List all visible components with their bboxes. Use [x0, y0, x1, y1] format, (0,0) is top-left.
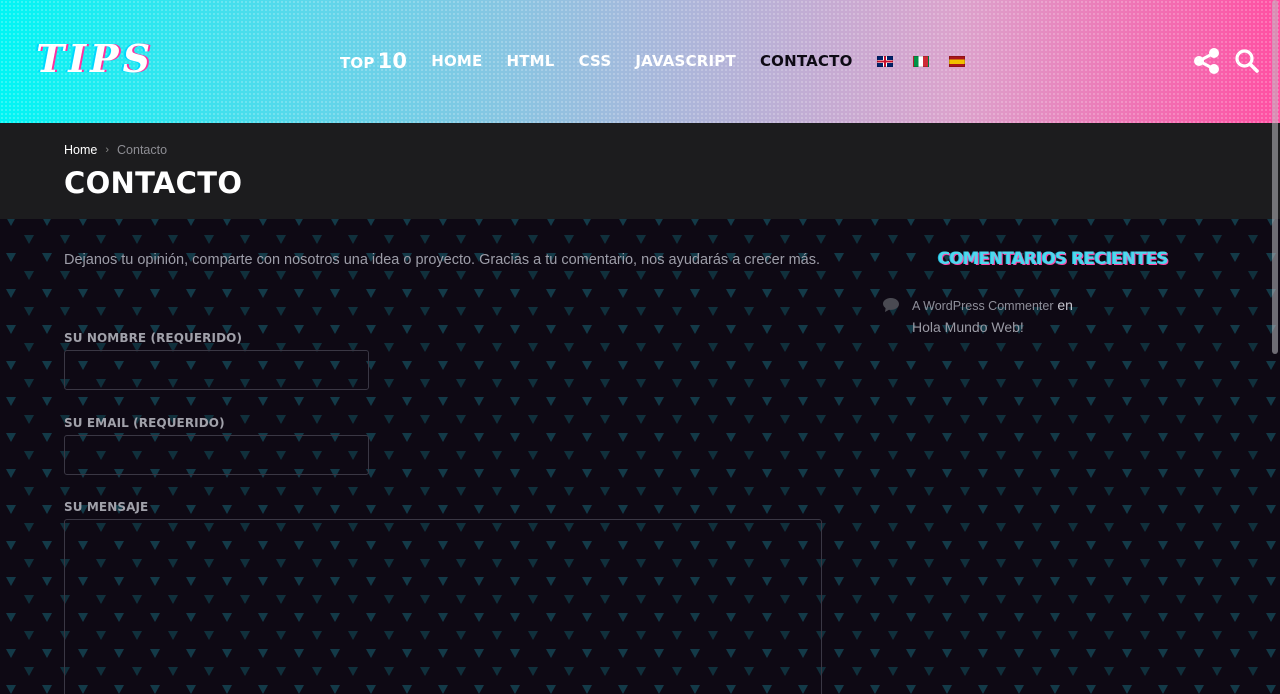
name-input[interactable]: [64, 350, 369, 390]
breadcrumb-current: Contacto: [117, 143, 168, 157]
nav-item-css[interactable]: CSS: [579, 52, 612, 70]
email-input[interactable]: [64, 435, 369, 475]
main-nav: TOP 10 HOME HTML CSS JAVASCRIPT CONTACTO: [340, 44, 985, 78]
page-title: CONTACTO: [64, 166, 243, 200]
flag-es-icon[interactable]: [948, 55, 965, 67]
message-label: SU MENSAJE: [64, 500, 149, 514]
flag-it-icon[interactable]: [912, 55, 929, 67]
scrollbar-thumb[interactable]: [1272, 0, 1278, 354]
email-label: SU EMAIL (REQUERIDO): [64, 416, 225, 430]
recent-comments-title: COMENTARIOS RECIENTES: [938, 249, 1169, 268]
nav-item-top10[interactable]: TOP 10: [340, 49, 407, 73]
nav-top-label: TOP: [340, 54, 375, 72]
breadcrumb: Home › Contacto: [64, 143, 167, 157]
site-header: TIPS TOP 10 HOME HTML CSS JAVASCRIPT CON…: [0, 0, 1280, 123]
page-title-bar: Home › Contacto CONTACTO: [0, 123, 1280, 219]
comment-bubble-icon: [883, 298, 899, 312]
nav-item-contacto[interactable]: CONTACTO: [760, 52, 853, 70]
site-logo[interactable]: TIPS: [36, 36, 150, 81]
comment-author-link[interactable]: A WordPress Commenter: [912, 299, 1053, 313]
share-button[interactable]: [1192, 44, 1222, 78]
breadcrumb-home[interactable]: Home: [64, 143, 97, 157]
search-icon: [1235, 49, 1259, 73]
intro-text: Dejanos tu opinión, comparte con nosotro…: [64, 252, 821, 268]
nav-item-home[interactable]: HOME: [431, 52, 482, 70]
content-area: Dejanos tu opinión, comparte con nosotro…: [0, 219, 1280, 694]
nav-top-number: 10: [377, 49, 408, 73]
message-textarea[interactable]: [64, 519, 822, 694]
header-actions: [1182, 44, 1262, 78]
nav-item-html[interactable]: HTML: [506, 52, 554, 70]
logo-text[interactable]: TIPS: [36, 36, 154, 81]
share-icon: [1194, 48, 1219, 74]
breadcrumb-separator: ›: [105, 144, 110, 156]
flag-en-icon[interactable]: [876, 55, 893, 67]
comment-text: A WordPress Commenter en Hola Mundo Web!: [912, 295, 1132, 338]
name-label: SU NOMBRE (REQUERIDO): [64, 331, 243, 345]
comment-connector: en: [1057, 297, 1073, 313]
nav-item-javascript[interactable]: JAVASCRIPT: [635, 52, 736, 70]
comment-post-link[interactable]: Hola Mundo Web!: [912, 319, 1024, 335]
page-scrollbar[interactable]: [1268, 0, 1280, 694]
search-button[interactable]: [1232, 44, 1262, 78]
